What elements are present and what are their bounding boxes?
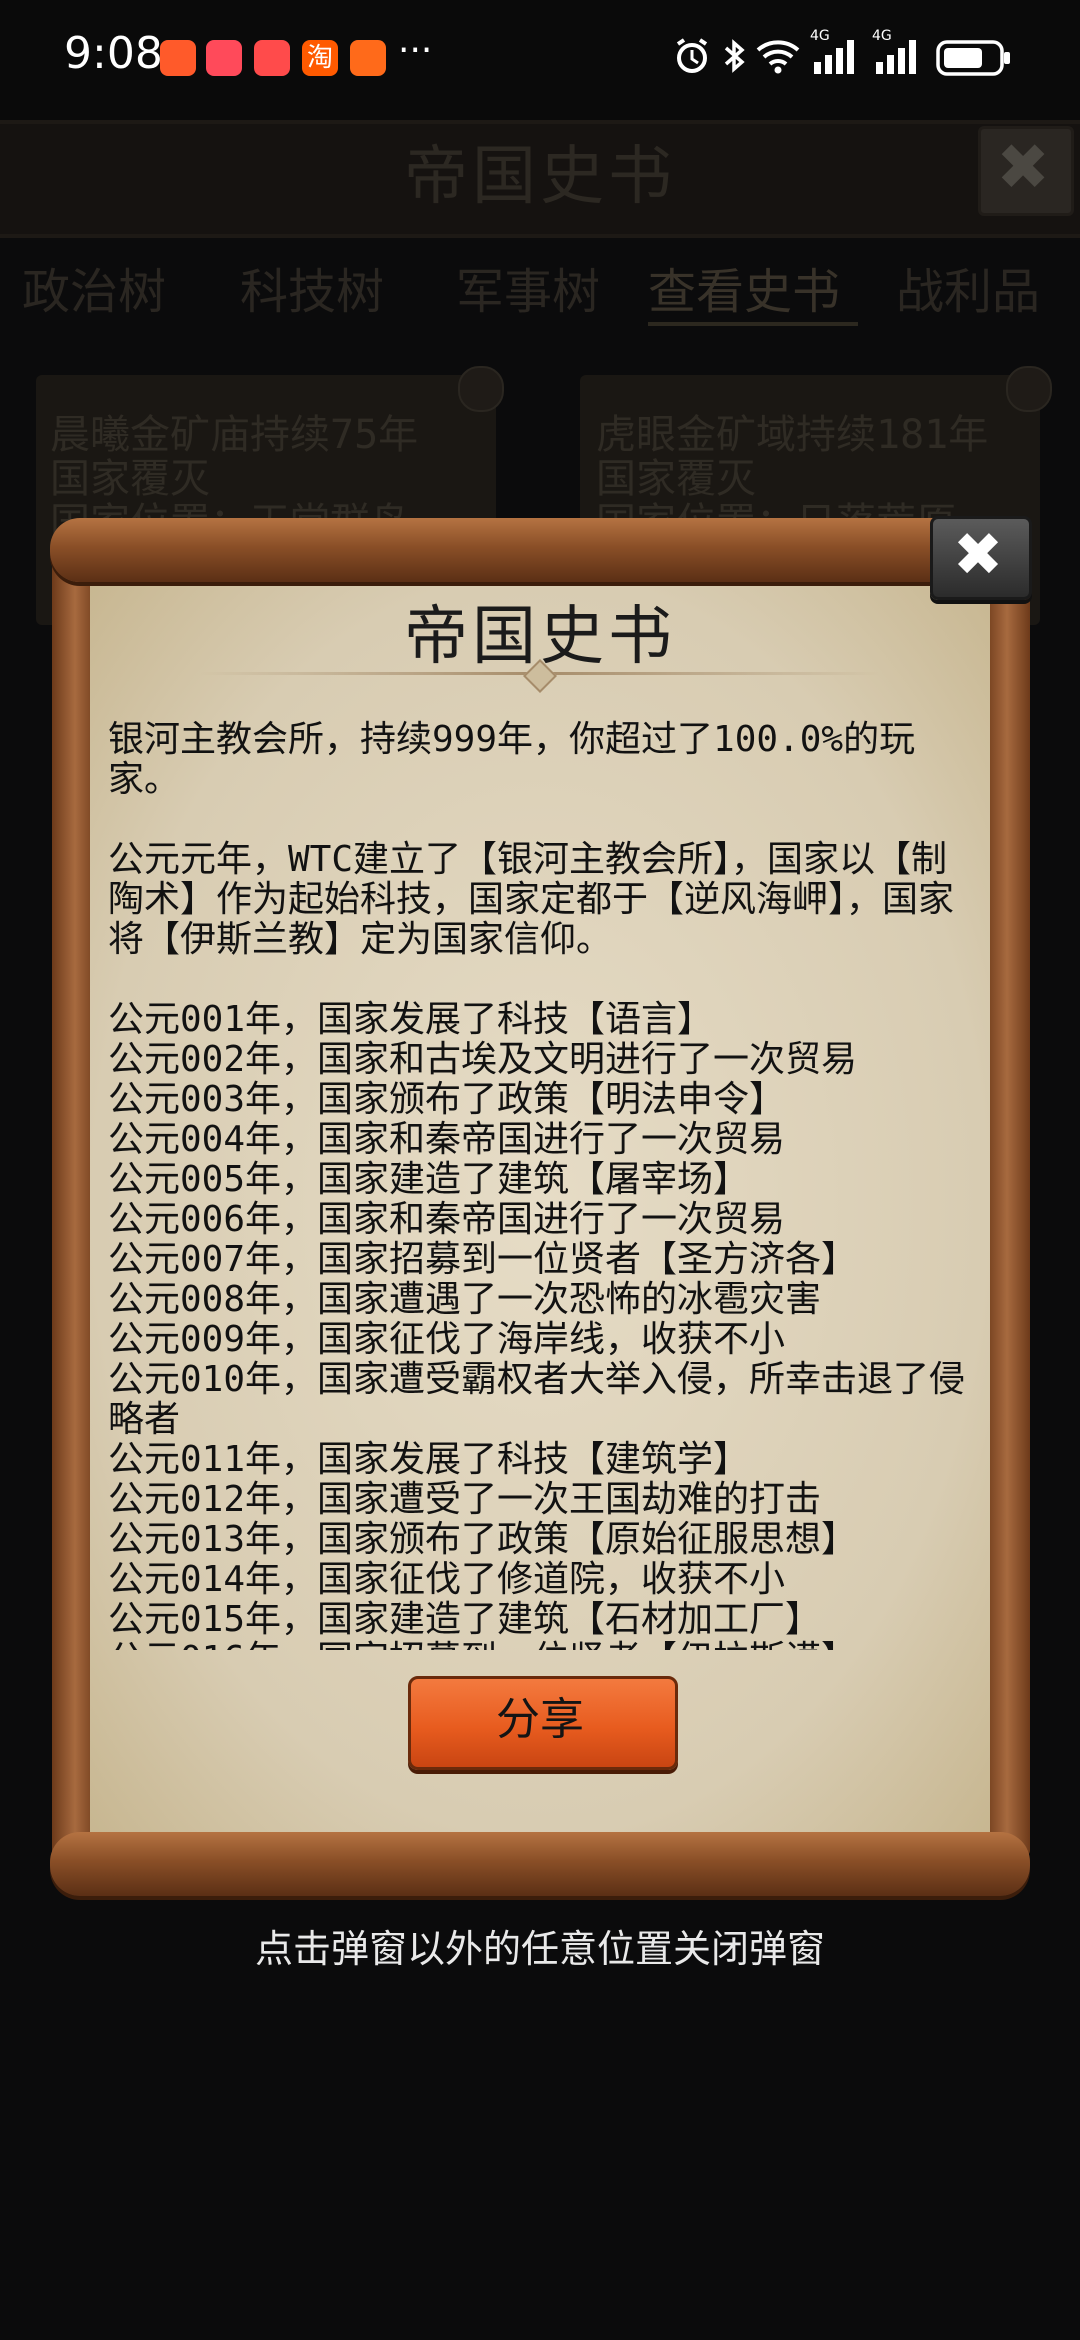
red-app-icon [160,40,196,76]
background-tab-loot: 战利品 [896,264,1041,320]
alarm-icon [672,36,712,80]
background-title: 帝国史书 [404,140,676,214]
history-event: 公元002年，国家和古埃及文明进行了一次贸易 [108,1039,858,1080]
calendar-app-icon [206,40,242,76]
history-event: 公元012年，国家遭受了一次王国劫难的打击 [108,1479,822,1520]
history-event: 公元015年，国家建造了建筑【石材加工厂】 [108,1599,822,1640]
taobao-icon: 淘 [302,40,338,76]
background-tab-indicator [648,322,858,326]
background-tab-military: 军事树 [456,264,601,320]
status-time: 9:08 [64,28,163,79]
scroll-top-rod [50,518,1030,582]
book-app-icon [254,40,290,76]
history-event: 公元010年，国家遭受霸权者大举入侵，所幸击退了侵略者 [108,1359,966,1440]
background-tab-tech: 科技树 [240,264,385,320]
history-event: 公元004年，国家和秦帝国进行了一次贸易 [108,1119,786,1160]
history-event: 公元001年，国家发展了科技【语言】 [108,999,714,1040]
history-event: 公元006年，国家和秦帝国进行了一次贸易 [108,1199,786,1240]
history-event: 公元013年，国家颁布了政策【原始征服思想】 [108,1519,858,1560]
more-notifications: ··· [398,30,433,71]
bluetooth-icon [722,36,748,80]
share-button-label[interactable]: 分享 [408,1676,672,1764]
history-event: 公元014年，国家征伐了修道院，收获不小 [108,1559,786,1600]
person-app-icon [350,40,386,76]
battery-icon [936,40,1012,80]
history-event: 公元016年，国家招募到一位贤者【伊拉斯谟】 [108,1640,968,1651]
background-card-close-icon [1006,366,1052,412]
history-event: 公元011年，国家发展了科技【建筑学】 [108,1439,750,1480]
signal-icon-2: 4G [872,28,924,80]
background-tab-politics: 政治树 [22,264,167,320]
background-card-close-icon [458,366,504,412]
close-icon[interactable]: ✖ [930,516,1026,594]
wifi-icon [756,36,800,80]
history-event: 公元007年，国家招募到一位贤者【圣方济各】 [108,1239,858,1280]
history-event: 公元008年，国家遭遇了一次恐怖的冰雹灾害 [108,1279,822,1320]
history-event: 公元009年，国家征伐了海岸线，收获不小 [108,1319,786,1360]
history-event: 公元005年，国家建造了建筑【屠宰场】 [108,1159,750,1200]
network-label-1: 4G [810,28,830,44]
scroll-bottom-rod [50,1832,1030,1896]
signal-icon-1: 4G [810,28,862,80]
background-close-icon: ✖ [996,131,1050,205]
history-event: 公元003年，国家颁布了政策【明法申令】 [108,1079,786,1120]
network-label-2: 4G [872,28,892,44]
history-founding: 公元元年，WTC建立了【银河主教会所】，国家以【制陶术】作为起始科技，国家定都于… [108,839,955,960]
scroll-right-edge [984,548,1030,1858]
background-tab-history: 查看史书 [648,264,841,320]
history-summary: 银河主教会所，持续999年，你超过了100.0%的玩家。 [108,720,916,800]
close-hint: 点击弹窗以外的任意位置关闭弹窗 [254,1927,825,1971]
history-text[interactable]: 银河主教会所，持续999年，你超过了100.0%的玩家。 公元元年，WTC建立了… [108,720,968,1650]
